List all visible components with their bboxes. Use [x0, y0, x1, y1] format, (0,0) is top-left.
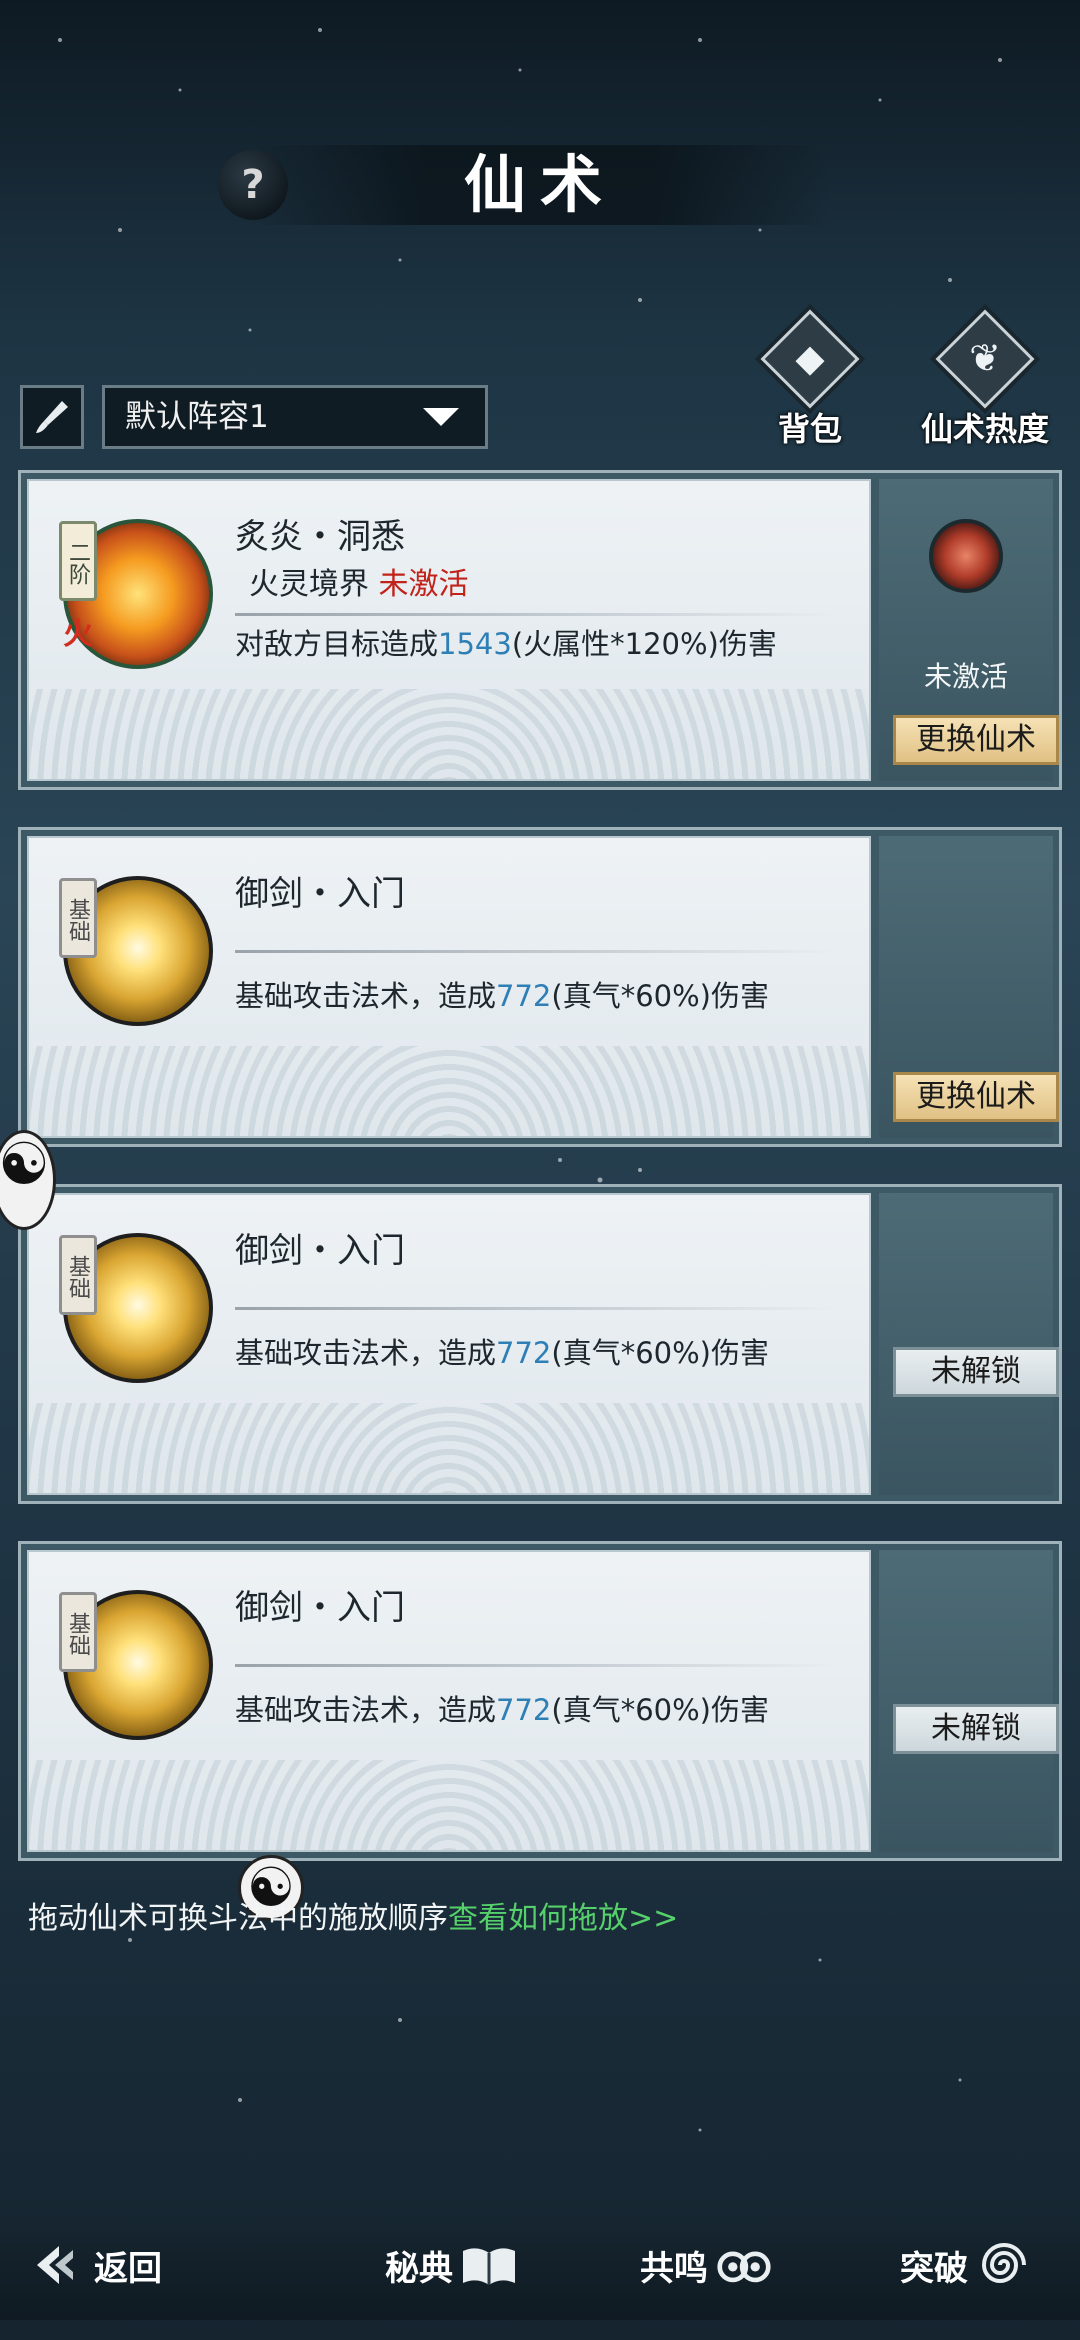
skill-card-face: 基础 御剑・入门 基础攻击法术，造成772(真气*60%)伤害 — [27, 1550, 871, 1852]
skill-card-1[interactable]: 二阶 火 炙炎・洞悉 火灵境界 未激活 对敌方目标造成1543(火属性*120%… — [18, 470, 1062, 790]
manual-label: 秘典 — [385, 2248, 453, 2289]
desc-prefix: 基础攻击法术，造成 — [235, 1336, 497, 1370]
breakthrough-button[interactable]: 突破 — [900, 2230, 1032, 2300]
drag-hint: 拖动仙术可换斗法中的施放顺序查看如何拖放>> — [28, 1893, 678, 1937]
skill-desc: 基础攻击法术，造成772(真气*60%)伤害 — [235, 1330, 769, 1372]
skill-card-side: 未解锁 — [879, 1193, 1059, 1495]
desc-value: 772 — [496, 1336, 552, 1370]
bag-icon: ◆ — [795, 336, 825, 380]
drag-hint-text: 拖动仙术可换斗法中的施放顺序 — [28, 1901, 448, 1936]
resonance-button[interactable]: 共鸣 — [640, 2230, 772, 2300]
realm-status: 未激活 — [378, 567, 469, 602]
bag-button[interactable]: ◆ 背包 — [735, 309, 885, 448]
skill-card-side: 未解锁 — [879, 1550, 1059, 1852]
skill-card-2[interactable]: 基础 御剑・入门 基础攻击法术，造成772(真气*60%)伤害 更换仙术 — [18, 827, 1062, 1147]
manual-button[interactable]: 秘典 — [385, 2230, 517, 2300]
formation-select-value: 默认阵容1 — [125, 399, 269, 435]
desc-value: 1543 — [438, 627, 512, 661]
realm-label: 火灵境界 — [249, 567, 369, 602]
chevron-down-icon — [423, 408, 459, 426]
skill-card-face: 基础 御剑・入门 基础攻击法术，造成772(真气*60%)伤害 — [27, 836, 871, 1138]
back-label: 返回 — [94, 2248, 162, 2289]
fire-swirl-icon — [929, 519, 1003, 593]
book-icon — [461, 2237, 517, 2293]
skill-desc: 对敌方目标造成1543(火属性*120%)伤害 — [235, 621, 777, 663]
spiral-icon — [976, 2237, 1032, 2293]
desc-suffix: (真气*60%)伤害 — [551, 1336, 769, 1370]
rank-badge: 基础 — [59, 1592, 97, 1672]
desc-suffix: (火属性*120%)伤害 — [511, 627, 777, 661]
rank-badge: 二阶 — [59, 521, 97, 601]
popularity-button[interactable]: ❦ 仙术热度 — [910, 309, 1060, 448]
skill-card-3[interactable]: 基础 御剑・入门 基础攻击法术，造成772(真气*60%)伤害 未解锁 — [18, 1184, 1062, 1504]
skill-name: 御剑・入门 — [235, 1588, 405, 1628]
book-icon: ❦ — [969, 336, 1001, 380]
resonance-label: 共鸣 — [640, 2248, 708, 2289]
skill-card-side: 更换仙术 — [879, 836, 1059, 1138]
desc-prefix: 基础攻击法术，造成 — [235, 1693, 497, 1727]
skill-card-face: 二阶 火 炙炎・洞悉 火灵境界 未激活 对敌方目标造成1543(火属性*120%… — [27, 479, 871, 781]
divider — [235, 1664, 835, 1667]
divider — [235, 613, 835, 616]
bag-label: 背包 — [777, 410, 842, 448]
breakthrough-label: 突破 — [900, 2248, 968, 2289]
drag-help-link[interactable]: 查看如何拖放>> — [448, 1901, 678, 1936]
desc-prefix: 基础攻击法术，造成 — [235, 979, 497, 1013]
side-status: 未激活 — [923, 660, 1008, 693]
skill-desc: 基础攻击法术，造成772(真气*60%)伤害 — [235, 973, 769, 1015]
desc-prefix: 对敌方目标造成 — [235, 627, 439, 661]
rank-badge: 基础 — [59, 878, 97, 958]
change-skill-button[interactable]: 更换仙术 — [893, 1072, 1059, 1122]
skill-name: 御剑・入门 — [235, 874, 405, 914]
brush-icon — [36, 401, 68, 433]
cloud-swirl-icon — [716, 2237, 772, 2293]
skill-card-4[interactable]: 基础 御剑・入门 基础攻击法术，造成772(真气*60%)伤害 未解锁 — [18, 1541, 1062, 1861]
desc-value: 772 — [496, 979, 552, 1013]
help-button[interactable]: ? — [218, 150, 288, 220]
skill-name: 炙炎・洞悉 — [235, 517, 405, 557]
skill-card-face: 基础 御剑・入门 基础攻击法术，造成772(真气*60%)伤害 — [27, 1193, 871, 1495]
divider — [235, 950, 835, 953]
page-title: 仙术 — [463, 148, 616, 221]
skill-name: 御剑・入门 — [235, 1231, 405, 1271]
divider — [235, 1307, 835, 1310]
back-arrow-icon — [30, 2237, 86, 2293]
locked-slot-button[interactable]: 未解锁 — [893, 1704, 1059, 1754]
desc-suffix: (真气*60%)伤害 — [551, 979, 769, 1013]
back-button[interactable]: 返回 — [30, 2230, 162, 2300]
skill-card-side: 未激活 更换仙术 — [879, 479, 1059, 781]
desc-suffix: (真气*60%)伤害 — [551, 1693, 769, 1727]
bottom-nav: 返回 秘典 共鸣 突破 — [0, 2210, 1080, 2320]
formation-select[interactable]: 默认阵容1 — [102, 385, 488, 449]
locked-slot-button[interactable]: 未解锁 — [893, 1347, 1059, 1397]
brush-button[interactable] — [20, 385, 84, 449]
popularity-label: 仙术热度 — [920, 410, 1049, 448]
desc-value: 772 — [496, 1693, 552, 1727]
skill-desc: 基础攻击法术，造成772(真气*60%)伤害 — [235, 1687, 769, 1729]
change-skill-button[interactable]: 更换仙术 — [893, 715, 1059, 765]
skill-realm: 火灵境界 未激活 — [249, 559, 469, 603]
rank-badge: 基础 — [59, 1235, 97, 1315]
element-mark: 火 — [63, 617, 93, 652]
